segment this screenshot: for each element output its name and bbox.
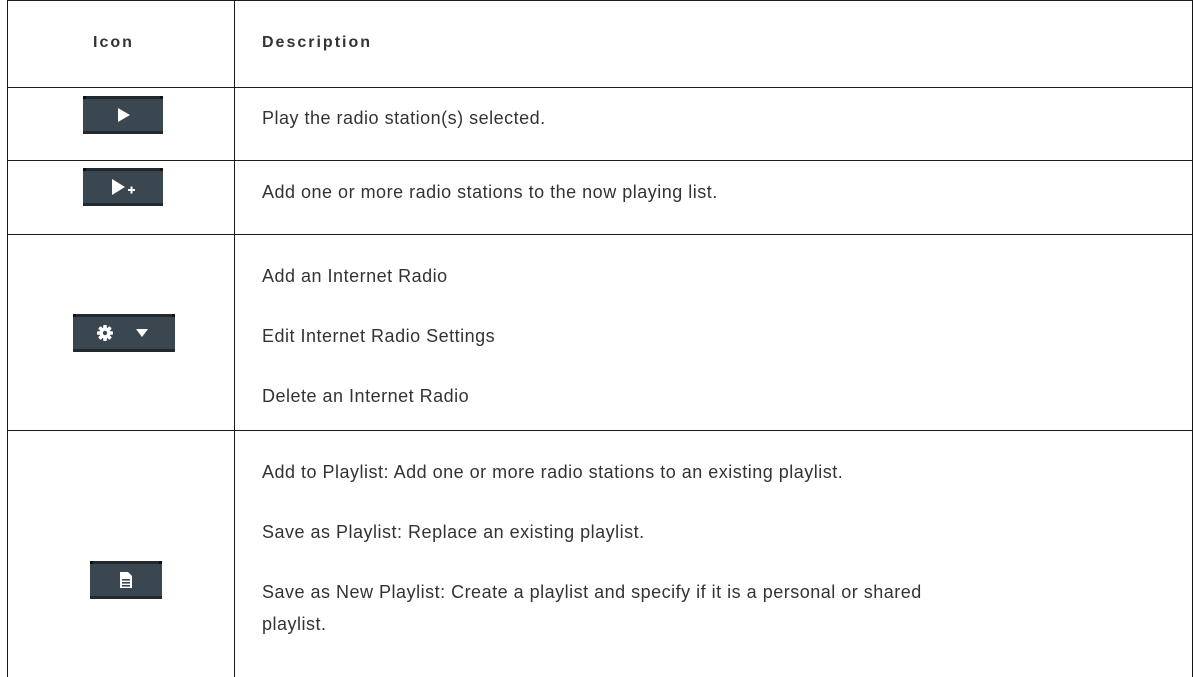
play-add-icon [112,179,135,195]
row-4-line-2: Save as Playlist: Replace an existing pl… [262,522,645,542]
settings-dropdown-button[interactable] [73,314,175,352]
table-border-top [7,0,1193,1]
row-1-description: Play the radio station(s) selected. [262,108,546,128]
add-to-now-playing-button[interactable] [83,168,163,206]
play-icon [118,108,130,122]
play-button[interactable] [83,96,163,134]
table-border-right [1192,0,1193,677]
row-divider-3 [7,430,1193,431]
row-divider-header [7,87,1193,88]
gear-dropdown-icon [97,325,148,341]
row-4-line-3: Save as New Playlist: Create a playlist … [262,582,922,602]
playlist-button[interactable] [90,561,162,599]
row-2-description: Add one or more radio stations to the no… [262,182,718,202]
table-border-left [7,0,8,677]
row-divider-2 [7,234,1193,235]
column-divider [234,0,235,677]
row-3-line-1: Add an Internet Radio [262,266,448,286]
row-4-line-4: playlist. [262,614,327,634]
header-icon: Icon [93,34,134,51]
icon-description-table: Icon Description Play the radio station(… [7,0,1193,677]
row-4-line-1: Add to Playlist: Add one or more radio s… [262,462,844,482]
row-divider-1 [7,160,1193,161]
playlist-document-icon [120,572,132,588]
row-3-line-2: Edit Internet Radio Settings [262,326,496,346]
header-description: Description [262,34,373,51]
row-3-line-3: Delete an Internet Radio [262,386,470,406]
